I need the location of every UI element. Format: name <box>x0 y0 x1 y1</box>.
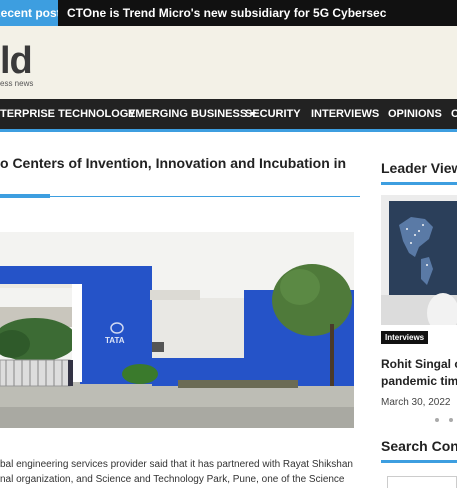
masthead: ld ess news <box>0 26 457 99</box>
nav-accent-bar <box>0 129 457 132</box>
sidebar-news-date: March 30, 2022 <box>381 397 451 408</box>
campus-gate-illustration: TATA <box>0 232 354 428</box>
article-featured-image: TATA <box>0 232 354 428</box>
nav-item-enterprise-technology[interactable]: TERPRISE TECHNOLOGY <box>0 99 136 129</box>
title-divider <box>0 196 360 197</box>
sidebar-heading-divider <box>381 182 457 185</box>
category-badge-interviews[interactable]: Interviews <box>381 331 429 344</box>
nav-item-more[interactable]: C <box>451 99 457 129</box>
article-body-line: bal engineering services provider said t… <box>0 459 353 470</box>
site-tagline: ess news <box>0 79 34 88</box>
carousel-dot[interactable] <box>435 418 439 422</box>
sidebar-news-title-line: pandemic tim <box>381 374 457 388</box>
sidebar-heading-leader-view: Leader View <box>381 160 457 176</box>
site-logo[interactable]: ld <box>0 40 33 83</box>
carousel-pagination <box>381 416 457 424</box>
nav-item-label: EMERGING BUSINESS <box>128 108 248 120</box>
breaking-news-ticker: Recent posts CTOne is Trend Micro's new … <box>0 0 457 26</box>
search-input[interactable] <box>387 476 457 488</box>
carousel-dot[interactable] <box>449 418 453 422</box>
sidebar-featured-image[interactable] <box>381 195 457 325</box>
sidebar-news-title-link[interactable]: Rohit Singal o pandemic tim <box>381 356 457 390</box>
title-divider-accent <box>0 194 50 198</box>
sidebar-heading-search: Search Conte <box>381 438 457 454</box>
nav-item-security[interactable]: SECURITY <box>245 99 301 129</box>
nav-item-emerging-business[interactable]: EMERGING BUSINESS <box>128 99 257 129</box>
article-title: o Centers of Invention, Innovation and I… <box>0 155 347 171</box>
sidebar-news-title-line: Rohit Singal o <box>381 357 457 371</box>
nav-item-opinions[interactable]: OPINIONS <box>388 99 442 129</box>
nav-item-interviews[interactable]: INTERVIEWS <box>311 99 379 129</box>
article-body: bal engineering services provider said t… <box>0 457 365 487</box>
main-navigation: TERPRISE TECHNOLOGY EMERGING BUSINESS SE… <box>0 99 457 129</box>
sidebar-heading-divider <box>381 460 457 463</box>
ticker-headline-link[interactable]: CTOne is Trend Micro's new subsidiary fo… <box>67 0 386 26</box>
gate-sign-text: TATA <box>105 336 125 345</box>
ticker-label: Recent posts <box>0 0 58 26</box>
world-map-backdrop <box>381 195 457 325</box>
